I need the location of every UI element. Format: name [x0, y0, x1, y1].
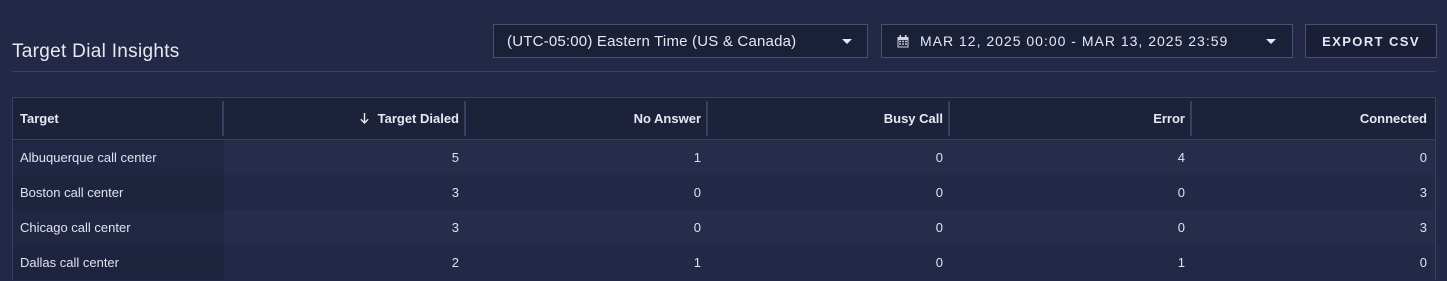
- date-range-picker[interactable]: MAR 12, 2025 00:00 - MAR 13, 2025 23:59: [881, 24, 1293, 58]
- title-divider: [12, 71, 1436, 72]
- calendar-icon: [897, 34, 909, 48]
- page-title: Target Dial Insights: [12, 41, 180, 62]
- table-header: Target Target Dialed No Answer Busy Call…: [13, 98, 1435, 140]
- cell-target: Boston call center: [13, 175, 224, 210]
- cell-busy-call: 0: [935, 150, 943, 165]
- table-row: Boston call center 3 0 0 0 3: [13, 175, 1435, 210]
- timezone-select[interactable]: (UTC-05:00) Eastern Time (US & Canada): [493, 24, 868, 58]
- export-csv-button[interactable]: EXPORT CSV: [1305, 24, 1437, 58]
- cell-no-answer: 1: [693, 150, 701, 165]
- cell-connected: 3: [1419, 220, 1427, 235]
- dashboard-panel: Target Dial Insights (UTC-05:00) Eastern…: [0, 0, 1447, 281]
- column-header-no-answer[interactable]: No Answer: [466, 98, 708, 139]
- column-header-connected[interactable]: Connected: [1192, 98, 1434, 139]
- cell-busy-call: 0: [935, 185, 943, 200]
- arrow-down-icon: [359, 113, 369, 124]
- date-range-value: MAR 12, 2025 00:00 - MAR 13, 2025 23:59: [920, 33, 1229, 49]
- column-header-error[interactable]: Error: [950, 98, 1192, 139]
- cell-busy-call: 0: [935, 220, 943, 235]
- cell-target: Albuquerque call center: [13, 140, 224, 175]
- chevron-down-icon: [1266, 39, 1276, 44]
- cell-error: 1: [1177, 255, 1185, 270]
- cell-error: 0: [1177, 185, 1185, 200]
- column-header-busy-call[interactable]: Busy Call: [708, 98, 950, 139]
- insights-table: Target Target Dialed No Answer Busy Call…: [12, 97, 1436, 280]
- cell-target-dialed: 3: [451, 185, 459, 200]
- cell-connected: 0: [1419, 255, 1427, 270]
- column-header-target[interactable]: Target: [13, 98, 224, 139]
- timezone-value: (UTC-05:00) Eastern Time (US & Canada): [507, 32, 797, 50]
- table-row: Albuquerque call center 5 1 0 4 0: [13, 140, 1435, 175]
- cell-target-dialed: 5: [451, 150, 459, 165]
- cell-busy-call: 0: [935, 255, 943, 270]
- cell-no-answer: 0: [693, 220, 701, 235]
- column-header-target-dialed[interactable]: Target Dialed: [224, 98, 466, 139]
- cell-target-dialed: 2: [451, 255, 459, 270]
- table-row: Dallas call center 2 1 0 1 0: [13, 245, 1435, 280]
- cell-target-dialed: 3: [451, 220, 459, 235]
- cell-connected: 0: [1419, 150, 1427, 165]
- cell-error: 0: [1177, 220, 1185, 235]
- cell-target: Dallas call center: [13, 245, 224, 280]
- table-row: Chicago call center 3 0 0 0 3: [13, 210, 1435, 245]
- cell-connected: 3: [1419, 185, 1427, 200]
- cell-no-answer: 1: [693, 255, 701, 270]
- cell-target: Chicago call center: [13, 210, 224, 245]
- cell-error: 4: [1177, 150, 1185, 165]
- cell-no-answer: 0: [693, 185, 701, 200]
- chevron-down-icon: [842, 39, 852, 44]
